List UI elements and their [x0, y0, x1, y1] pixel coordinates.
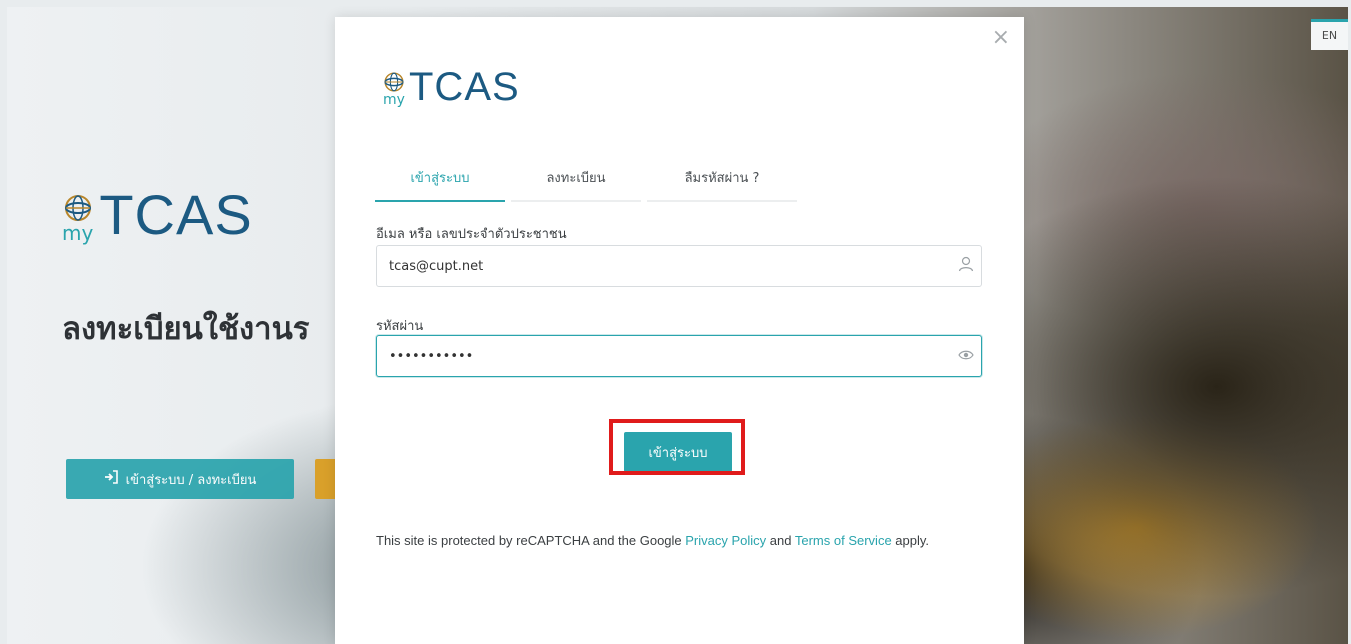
logo-text: TCAS	[409, 65, 520, 109]
modal-logo: my TCAS	[383, 67, 520, 107]
sign-in-icon	[104, 470, 118, 488]
globe-logo-icon: my	[62, 193, 93, 243]
recaptcha-prefix: This site is protected by reCAPTCHA and …	[376, 533, 686, 548]
terms-of-service-link[interactable]: Terms of Service	[795, 533, 892, 548]
password-field[interactable]	[387, 347, 951, 365]
language-toggle[interactable]: EN	[1311, 19, 1348, 50]
logo-text: TCAS	[99, 183, 253, 246]
password-label: รหัสผ่าน	[376, 319, 424, 334]
logo-my-text: my	[383, 92, 405, 108]
privacy-policy-link[interactable]: Privacy Policy	[685, 533, 766, 548]
password-field-wrapper	[376, 335, 982, 377]
user-icon	[951, 256, 981, 276]
eye-icon[interactable]	[951, 347, 981, 365]
highlight-annotation	[609, 419, 745, 475]
recaptcha-middle: and	[766, 533, 795, 548]
recaptcha-suffix: apply.	[891, 533, 930, 548]
login-modal: × my TCAS เข้าสู่ระบบ ลงทะเบียน ลืมรหัสผ…	[335, 17, 1024, 644]
page-heading: ลงทะเบียนใช้งานร	[62, 311, 310, 347]
logo-my-text: my	[62, 221, 94, 245]
tab-forgot-password[interactable]: ลืมรหัสผ่าน ?	[647, 167, 797, 202]
email-field[interactable]	[387, 257, 951, 275]
email-label: อีเมล หรือ เลขประจำตัวประชาชน	[376, 227, 567, 242]
close-icon[interactable]: ×	[992, 27, 1010, 49]
tab-register[interactable]: ลงทะเบียน	[511, 167, 641, 202]
background-logo: my TCAS	[62, 183, 253, 246]
auth-tabs: เข้าสู่ระบบ ลงทะเบียน ลืมรหัสผ่าน ?	[375, 167, 797, 202]
tab-login[interactable]: เข้าสู่ระบบ	[375, 167, 505, 202]
login-register-label: เข้าสู่ระบบ / ลงทะเบียน	[125, 472, 257, 488]
email-field-wrapper	[376, 245, 982, 287]
login-register-button[interactable]: เข้าสู่ระบบ / ลงทะเบียน	[66, 459, 294, 499]
globe-logo-icon: my	[383, 71, 405, 107]
recaptcha-notice: This site is protected by reCAPTCHA and …	[376, 529, 986, 552]
